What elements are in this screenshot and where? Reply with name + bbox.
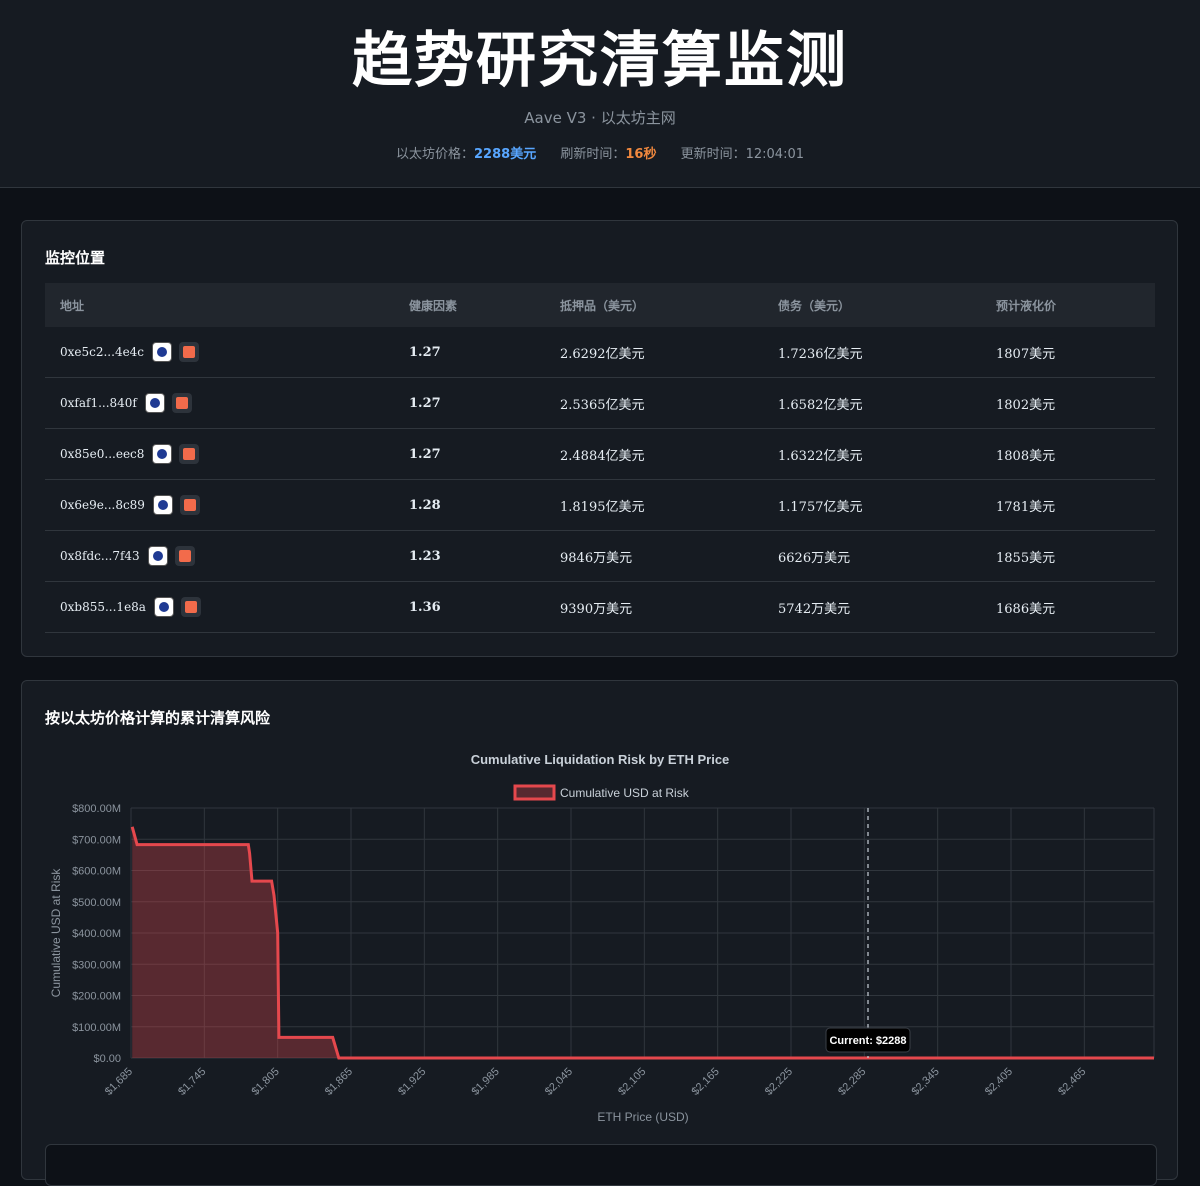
x-tick-label: $2,405 xyxy=(983,1066,1015,1098)
x-tick-label: $2,465 xyxy=(1056,1066,1088,1098)
y-tick-label: $100.00M xyxy=(72,1022,121,1034)
x-tick-label: $1,805 xyxy=(250,1066,282,1098)
y-tick-label: $300.00M xyxy=(72,959,121,971)
x-tick-label: $1,865 xyxy=(323,1066,355,1098)
y-axis: $0.00 $100.00M $200.00M $300.00M $400.00M $50… xyxy=(72,803,121,1065)
x-tick-label: $2,285 xyxy=(836,1066,868,1098)
legend-swatch[interactable] xyxy=(513,784,556,801)
x-tick-label: $2,105 xyxy=(616,1066,648,1098)
x-tick-label: $1,985 xyxy=(470,1066,502,1098)
chart-title: Cumulative Liquidation Risk by ETH Price xyxy=(471,752,730,767)
y-tick-label: $400.00M xyxy=(72,928,121,940)
y-tick-label: $0.00 xyxy=(93,1053,121,1065)
y-tick-label: $700.00M xyxy=(72,834,121,846)
liquidation-risk-chart: Current: $2288 Cumulative Liquidation Ri… xyxy=(49,752,1155,1124)
y-tick-label: $200.00M xyxy=(72,991,121,1003)
chart-grid xyxy=(130,807,1155,1059)
x-tick-label: $1,925 xyxy=(396,1066,428,1098)
x-tick-label: $2,045 xyxy=(543,1066,575,1098)
y-tick-label: $500.00M xyxy=(72,897,121,909)
y-tick-label: $800.00M xyxy=(72,803,121,815)
x-tick-label: $1,685 xyxy=(103,1066,135,1098)
x-axis: $1,685 $1,745 $1,805 $1,865 $1,925 $1,985 $2,0… xyxy=(103,1066,1089,1098)
risk-area-fill xyxy=(132,826,1154,1058)
current-price-label: Current: $2288 xyxy=(829,1035,906,1047)
y-axis-label: Cumulative USD at Risk xyxy=(49,868,63,998)
risk-series-line xyxy=(130,826,1154,1060)
y-tick-label: $600.00M xyxy=(72,866,121,878)
x-tick-label: $1,745 xyxy=(176,1066,208,1098)
x-tick-label: $2,345 xyxy=(910,1066,942,1098)
legend-label[interactable]: Cumulative USD at Risk xyxy=(560,786,690,800)
x-tick-label: $2,165 xyxy=(690,1066,722,1098)
x-tick-label: $2,225 xyxy=(763,1066,795,1098)
x-axis-label: ETH Price (USD) xyxy=(597,1110,688,1124)
